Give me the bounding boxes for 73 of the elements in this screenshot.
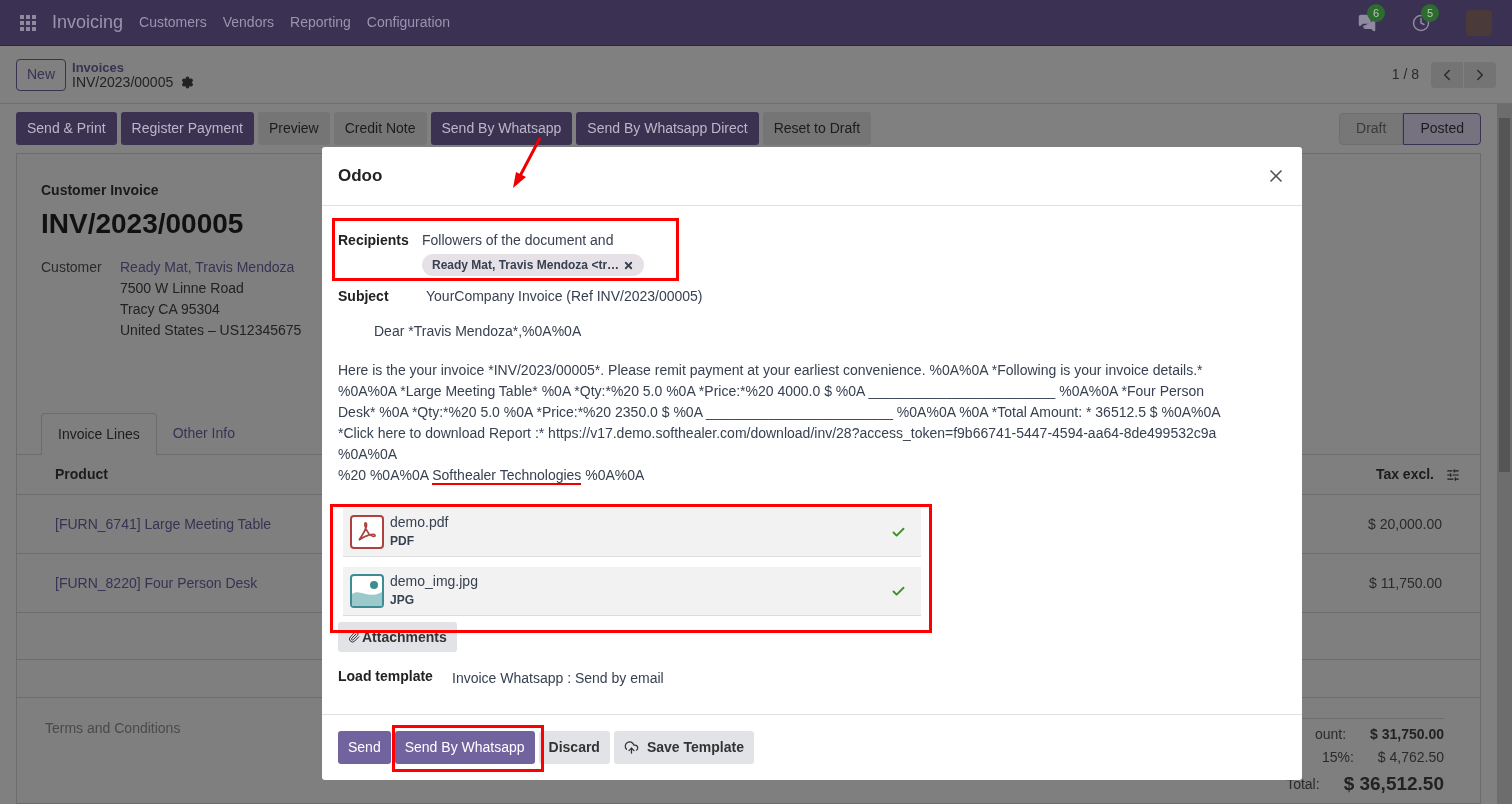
form-tab[interactable]: Other Info	[156, 413, 251, 454]
previous-record-button[interactable]	[1431, 61, 1463, 88]
dialog-title: Odoo	[338, 165, 383, 188]
record-name: INV/2023/00005	[72, 74, 174, 90]
action-button[interactable]: Credit Note	[333, 112, 427, 145]
action-button[interactable]: Register Payment	[120, 112, 254, 145]
recipients-text: Followers of the document and	[422, 231, 614, 250]
attachment-type: JPG	[390, 592, 415, 609]
status-step[interactable]: Draft	[1339, 112, 1404, 145]
upload-cloud-icon	[623, 740, 639, 755]
attachment-card[interactable]: demo_img.jpg JPG	[343, 567, 921, 616]
total-value: $ 4,762.50	[1377, 748, 1444, 767]
image-file-icon	[350, 574, 384, 608]
field-label: Recipients	[338, 231, 410, 250]
field-label: Customer	[41, 258, 103, 277]
document-type: Customer Invoice	[41, 181, 159, 200]
paperclip-icon	[348, 631, 360, 643]
recipient-tag[interactable]: Ready Mat, Travis Mendoza <tr…	[422, 254, 645, 276]
dialog-button[interactable]: Discard	[538, 731, 610, 764]
total-value: $ 31,750.00	[1370, 725, 1444, 744]
dialog-button[interactable]: Send	[338, 731, 391, 764]
attachment-name: demo.pdf	[390, 513, 449, 532]
menu-item[interactable]: Customers	[139, 12, 207, 33]
pdf-file-icon	[350, 515, 384, 549]
message-body: Here is the your invoice *INV/2023/00005*. Please remit payment at your earliest convenience. %0A%0A *Following is your invoice details.* %0A%0A *Large Meeting Table* %0A *Qty:*%20 5.0 %0A *Price:*%20 4000.0 $ %0A ________________________ %0A%0A *Four Person Desk* %0A *Qty:*%20 5.0 %0A *Price:*%20 2350.0 $ %0A ________________________ %0A%0A %0A *Total Amount: * 36512.5 $ %0A%0A *Click here to download Report :* https://v17.demo.softhealer.com/download/inv/28?access_token=f9b66741-5447-4594-aa64-8de499532c9a %0A%0A	[338, 361, 1222, 464]
action-button[interactable]: Send By Whatsapp	[430, 112, 573, 145]
new-button[interactable]: New	[16, 58, 66, 91]
attachment-card[interactable]: demo.pdf PDF	[343, 508, 921, 557]
menu-item[interactable]: Vendors	[222, 12, 275, 33]
invoice-number: INV/2023/00005	[41, 207, 244, 241]
address-line: 7500 W Linne Road	[120, 279, 245, 298]
notification-count: 5	[1421, 3, 1440, 22]
field-label: Load template	[338, 667, 434, 686]
column-header: Product	[55, 465, 108, 484]
action-button[interactable]: Preview	[257, 112, 330, 145]
subject-field[interactable]: YourCompany Invoice (Ref INV/2023/00005)	[426, 286, 703, 307]
pager-counter: 1 / 8	[1391, 65, 1419, 84]
next-record-button[interactable]	[1464, 61, 1496, 88]
template-field[interactable]: Invoice Whatsapp : Send by email	[452, 668, 664, 689]
customer-link[interactable]: Ready Mat, Travis Mendoza	[120, 257, 302, 278]
action-button[interactable]: Reset to Draft	[762, 112, 872, 145]
app-grid-icon[interactable]	[20, 14, 36, 31]
action-button[interactable]: Send & Print	[16, 112, 117, 145]
product-cell[interactable]: [FURN_8220] Four Person Desk	[55, 572, 258, 594]
annotation-arrow	[510, 136, 544, 190]
total-value: $ 36,512.50	[1343, 771, 1444, 796]
product-cell[interactable]: [FURN_6741] Large Meeting Table	[55, 513, 272, 535]
attachment-type: PDF	[390, 533, 415, 550]
total-label: ount:	[1314, 725, 1347, 744]
breadcrumb-link[interactable]: Invoices	[72, 59, 195, 75]
dialog-button[interactable]: Send By Whatsapp	[394, 731, 535, 764]
remove-icon[interactable]	[623, 259, 635, 271]
attachment-name: demo_img.jpg	[390, 572, 478, 591]
message-greeting: Dear *Travis Mendoza*,%0A%0A	[374, 322, 582, 341]
address-line: Tracy CA 95304	[120, 300, 221, 319]
amount-cell-text: $ 20,000.00	[1368, 514, 1442, 534]
action-button[interactable]: Send By Whatsapp Direct	[576, 112, 759, 145]
form-tab[interactable]: Invoice Lines	[41, 413, 157, 455]
settings-gear-icon[interactable]	[181, 75, 195, 89]
menu-item[interactable]: Configuration	[366, 12, 451, 33]
dialog-button[interactable]: Save Template	[613, 731, 754, 764]
scrollbar[interactable]	[1497, 104, 1512, 804]
app-name[interactable]: Invoicing	[52, 9, 124, 36]
menu-item[interactable]: Reporting	[290, 12, 351, 33]
field-label: Subject	[338, 287, 390, 306]
total-label: 15%:	[1321, 748, 1354, 767]
address-line: United States – US12345675	[120, 321, 302, 340]
notification-count: 6	[1367, 3, 1386, 22]
amount-cell-text: $ 11,750.00	[1369, 573, 1442, 593]
column-header: Tax excl.	[1375, 465, 1434, 484]
status-step[interactable]: Posted	[1403, 112, 1481, 145]
column-settings-icon[interactable]	[1446, 467, 1460, 482]
message-signature: %20 %0A%0A Softhealer Technologies %0A%0A	[338, 466, 646, 486]
